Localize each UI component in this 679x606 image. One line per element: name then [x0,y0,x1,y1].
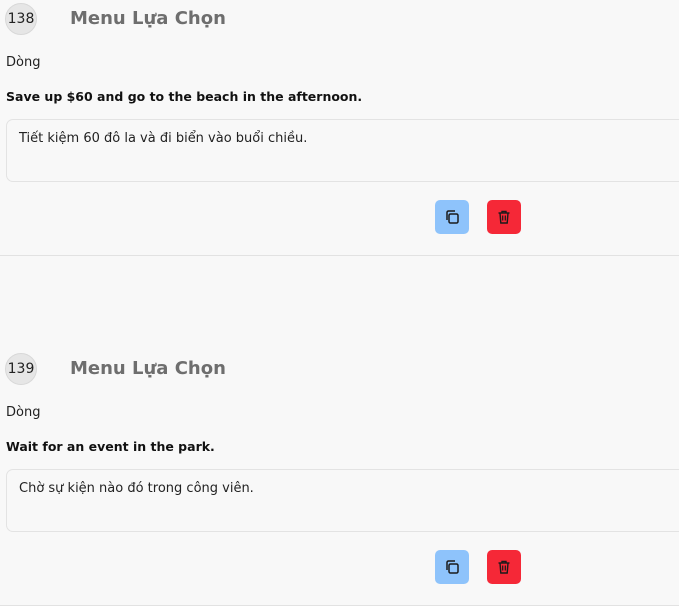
menu-title: Menu Lựa Chọn [70,8,226,29]
source-text: Save up $60 and go to the beach in the a… [6,89,363,104]
row-label: Dòng [6,55,41,70]
entry-number-badge: 139 [5,353,37,385]
delete-button[interactable] [487,550,521,584]
menu-title: Menu Lựa Chọn [70,358,226,379]
source-text: Wait for an event in the park. [6,439,215,454]
copy-icon [446,560,459,574]
trash-icon [498,560,510,574]
copy-button[interactable] [435,200,469,234]
copy-icon [446,210,459,224]
entry-number-badge: 138 [5,3,37,35]
entry-divider [0,255,679,256]
translation-field[interactable]: Tiết kiệm 60 đô la và đi biển vào buổi c… [6,119,679,182]
translation-field[interactable]: Chờ sự kiện nào đó trong công viên. [6,469,679,532]
delete-button[interactable] [487,200,521,234]
copy-button[interactable] [435,550,469,584]
row-label: Dòng [6,405,41,420]
trash-icon [498,210,510,224]
